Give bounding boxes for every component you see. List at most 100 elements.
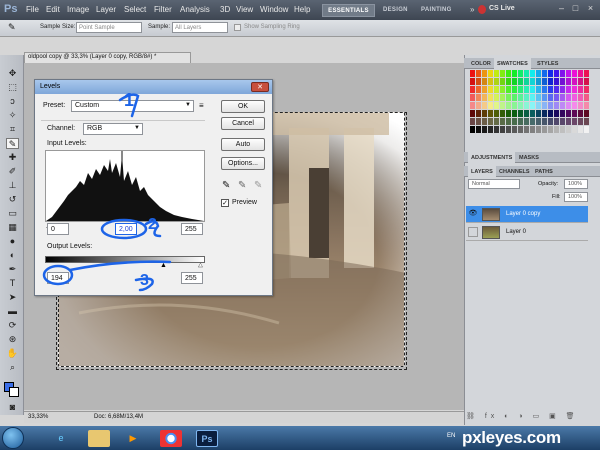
swatch-cell[interactable]: [578, 102, 583, 109]
swatch-cell[interactable]: [578, 78, 583, 85]
swatch-cell[interactable]: [536, 70, 541, 77]
swatch-cell[interactable]: [476, 118, 481, 125]
swatch-cell[interactable]: [584, 78, 589, 85]
swatch-cell[interactable]: [518, 86, 523, 93]
swatch-cell[interactable]: [506, 70, 511, 77]
swatch-cell[interactable]: [518, 126, 523, 133]
ie-icon[interactable]: e: [50, 430, 72, 447]
swatch-cell[interactable]: [476, 110, 481, 117]
swatch-cell[interactable]: [524, 78, 529, 85]
tab-paths[interactable]: PATHS: [532, 166, 556, 177]
swatch-cell[interactable]: [500, 78, 505, 85]
swatch-cell[interactable]: [500, 70, 505, 77]
swatch-cell[interactable]: [518, 102, 523, 109]
swatch-cell[interactable]: [548, 126, 553, 133]
swatch-cell[interactable]: [494, 126, 499, 133]
swatch-cell[interactable]: [512, 126, 517, 133]
swatch-cell[interactable]: [518, 118, 523, 125]
layer-row-layer-0[interactable]: Layer 0: [466, 224, 588, 241]
swatch-cell[interactable]: [578, 70, 583, 77]
swatch-cell[interactable]: [512, 86, 517, 93]
swatch-cell[interactable]: [566, 126, 571, 133]
swatch-cell[interactable]: [566, 78, 571, 85]
swatch-cell[interactable]: [500, 86, 505, 93]
swatch-cell[interactable]: [476, 86, 481, 93]
swatch-cell[interactable]: [524, 70, 529, 77]
swatch-cell[interactable]: [500, 110, 505, 117]
swatch-cell[interactable]: [542, 94, 547, 101]
blend-mode-select[interactable]: Normal: [468, 179, 520, 189]
zoom-level[interactable]: 33,33%: [28, 414, 48, 420]
swatch-cell[interactable]: [560, 94, 565, 101]
swatch-cell[interactable]: [548, 102, 553, 109]
swatch-cell[interactable]: [536, 102, 541, 109]
swatch-cell[interactable]: [530, 126, 535, 133]
swatch-cell[interactable]: [572, 126, 577, 133]
swatch-cell[interactable]: [470, 126, 475, 133]
swatch-cell[interactable]: [548, 70, 553, 77]
swatch-cell[interactable]: [506, 78, 511, 85]
chrome-icon[interactable]: [160, 430, 182, 447]
swatch-cell[interactable]: [488, 126, 493, 133]
swatch-cell[interactable]: [542, 78, 547, 85]
explorer-icon[interactable]: [88, 430, 110, 447]
swatch-cell[interactable]: [482, 86, 487, 93]
swatch-cell[interactable]: [572, 78, 577, 85]
swatch-cell[interactable]: [548, 110, 553, 117]
swatch-cell[interactable]: [542, 118, 547, 125]
swatch-cell[interactable]: [578, 126, 583, 133]
swatch-cell[interactable]: [566, 70, 571, 77]
swatch-cell[interactable]: [470, 70, 475, 77]
language-indicator[interactable]: EN: [447, 433, 455, 439]
tab-masks[interactable]: MASKS: [516, 152, 542, 163]
swatch-cell[interactable]: [488, 102, 493, 109]
swatch-cell[interactable]: [506, 110, 511, 117]
swatch-cell[interactable]: [518, 70, 523, 77]
swatch-cell[interactable]: [584, 118, 589, 125]
swatch-cell[interactable]: [578, 110, 583, 117]
swatch-cell[interactable]: [560, 70, 565, 77]
swatch-cell[interactable]: [494, 94, 499, 101]
swatch-cell[interactable]: [482, 94, 487, 101]
swatch-cell[interactable]: [566, 94, 571, 101]
swatch-cell[interactable]: [536, 78, 541, 85]
swatch-cell[interactable]: [530, 70, 535, 77]
layer-row-layer-0-copy[interactable]: 👁 Layer 0 copy: [466, 206, 588, 223]
eye-off-icon[interactable]: [468, 227, 478, 237]
swatch-cell[interactable]: [488, 70, 493, 77]
swatch-cell[interactable]: [584, 70, 589, 77]
swatch-cell[interactable]: [530, 110, 535, 117]
swatch-cell[interactable]: [554, 94, 559, 101]
swatch-cell[interactable]: [578, 94, 583, 101]
swatch-cell[interactable]: [536, 118, 541, 125]
swatch-cell[interactable]: [470, 102, 475, 109]
swatch-cell[interactable]: [542, 110, 547, 117]
swatch-cell[interactable]: [488, 86, 493, 93]
tab-swatches[interactable]: SWATCHES: [494, 58, 531, 69]
swatches-grid[interactable]: [470, 70, 590, 154]
swatch-cell[interactable]: [494, 86, 499, 93]
swatch-cell[interactable]: [512, 118, 517, 125]
swatch-cell[interactable]: [584, 94, 589, 101]
swatch-cell[interactable]: [506, 94, 511, 101]
swatch-cell[interactable]: [554, 86, 559, 93]
swatch-cell[interactable]: [476, 102, 481, 109]
swatch-cell[interactable]: [518, 110, 523, 117]
swatch-cell[interactable]: [482, 102, 487, 109]
swatch-cell[interactable]: [542, 102, 547, 109]
swatch-cell[interactable]: [518, 94, 523, 101]
swatch-cell[interactable]: [524, 86, 529, 93]
swatch-cell[interactable]: [482, 70, 487, 77]
swatch-cell[interactable]: [536, 126, 541, 133]
swatch-cell[interactable]: [506, 102, 511, 109]
swatch-cell[interactable]: [524, 102, 529, 109]
swatch-cell[interactable]: [542, 126, 547, 133]
swatch-cell[interactable]: [488, 118, 493, 125]
swatch-cell[interactable]: [554, 110, 559, 117]
swatch-cell[interactable]: [470, 110, 475, 117]
swatch-cell[interactable]: [512, 110, 517, 117]
swatch-cell[interactable]: [482, 118, 487, 125]
swatch-cell[interactable]: [470, 118, 475, 125]
swatch-cell[interactable]: [494, 78, 499, 85]
swatch-cell[interactable]: [470, 78, 475, 85]
